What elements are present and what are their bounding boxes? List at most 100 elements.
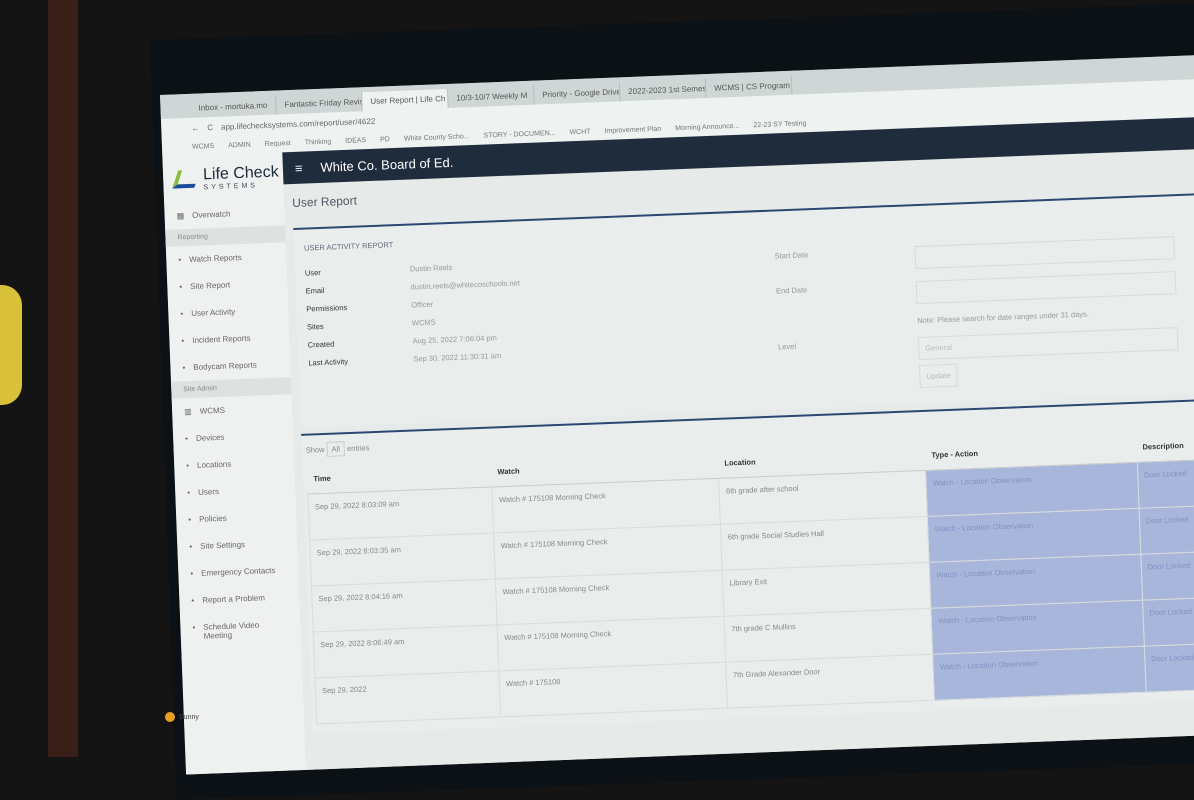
field-value: WCMS xyxy=(411,317,436,328)
bookmark[interactable]: WCHT xyxy=(569,128,590,136)
weather-widget[interactable]: Sunny xyxy=(165,712,199,722)
grid-icon: ▦ xyxy=(176,211,185,221)
field-label: Sites xyxy=(306,321,324,332)
sidebar-item-label: WCMS xyxy=(199,405,226,416)
browser-tab[interactable]: User Report | Life Ch xyxy=(362,88,449,112)
reload-icon[interactable]: C xyxy=(207,122,213,131)
sidebar-item-label: Emergency Contacts xyxy=(201,565,276,578)
bookmark[interactable]: White County Scho... xyxy=(404,133,470,143)
field-value: dustin.reels@whitecoschools.net xyxy=(410,278,520,292)
table-cell: Door Locked xyxy=(1142,596,1194,647)
entries-select[interactable]: All xyxy=(326,441,346,457)
menu-icon[interactable]: ≡ xyxy=(295,160,303,175)
back-icon[interactable]: ← xyxy=(191,123,199,132)
sidebar-item-label: Locations xyxy=(196,459,232,470)
level-select[interactable]: General xyxy=(917,327,1179,361)
chart-icon: • xyxy=(179,282,183,292)
sidebar-item-label: Users xyxy=(197,487,220,497)
browser-tab[interactable]: Inbox - mortuka.mo xyxy=(190,95,277,118)
field-label: Created xyxy=(307,339,335,350)
table-cell: Sep 29, 2022 8:03:09 am xyxy=(307,487,494,541)
activity-table-card: Show All entries Time Watch Location Type -… xyxy=(301,397,1194,735)
table-cell: Watch - Location Observation xyxy=(925,462,1139,517)
bookmark[interactable]: Improvement Plan xyxy=(604,125,661,134)
sidebar-item-label: Site Report xyxy=(190,280,231,291)
sidebar-item[interactable]: • Schedule Video Meeting xyxy=(180,610,301,651)
start-date-input[interactable] xyxy=(914,236,1176,270)
camera-icon: • xyxy=(182,363,186,373)
column-header[interactable]: Description xyxy=(1135,428,1194,463)
bookmark[interactable]: PD xyxy=(380,136,390,143)
sidebar-item-label: Devices xyxy=(195,432,225,443)
sidebar-item-label: Report a Problem xyxy=(202,593,266,605)
table-cell: Sep 29, 2022 8:06:49 am xyxy=(313,624,500,678)
table-cell: Door Locked xyxy=(1138,504,1194,555)
building-icon: ▥ xyxy=(184,407,192,417)
monitor-screen: Inbox - mortuka.mo Fantastic Friday Revis… xyxy=(160,53,1194,775)
filter-form: Start Date End Date Note: Please search … xyxy=(774,236,1179,389)
browser-tab[interactable]: 2022-2023 1st Semest xyxy=(619,79,707,102)
sidebar-item-label: Schedule Video Meeting xyxy=(203,620,260,641)
gear-icon: • xyxy=(189,542,193,552)
table-cell: Library Exit xyxy=(722,562,932,617)
logo: Life Check SYSTEMS xyxy=(162,152,284,203)
end-date-input[interactable] xyxy=(915,271,1177,305)
sidebar-item-label: Site Settings xyxy=(199,540,246,551)
report-card: USER ACTIVITY REPORT User Dustin Reels Ema… xyxy=(293,191,1194,428)
start-date-label: Start Date xyxy=(774,250,809,261)
bookmark[interactable]: ADMIN xyxy=(228,141,251,149)
bookmark[interactable]: WCMS xyxy=(192,142,214,150)
browser-tab[interactable]: Priority - Google Drive xyxy=(533,82,621,105)
document-icon: • xyxy=(181,336,185,346)
url[interactable]: app.lifechecksystems.com/report/user/462… xyxy=(221,116,376,131)
org-name: White Co. Board of Ed. xyxy=(320,154,454,175)
update-button[interactable]: Update xyxy=(918,363,958,389)
field-label: Last Activity xyxy=(308,356,349,368)
entries-label: entries xyxy=(346,443,370,454)
sidebar-item-label: Watch Reports xyxy=(188,252,242,264)
bookmark[interactable]: STORY - DOCUMEN... xyxy=(483,129,555,139)
table-cell: Door Locked xyxy=(1137,458,1194,509)
show-label: Show xyxy=(305,444,325,455)
bookmark[interactable]: 22-23 SY Testing xyxy=(753,120,806,129)
main-content: ≡ White Co. Board of Ed. User Report USER… xyxy=(282,115,1194,772)
table-cell: 7th grade C Mullins xyxy=(724,608,933,663)
phone-icon: • xyxy=(185,434,189,444)
date-note: Note: Please search for date ranges unde… xyxy=(917,309,1090,326)
table-cell: Watch - Location Observation xyxy=(929,554,1143,609)
table-cell: Watch # 175108 xyxy=(499,662,728,717)
table-cell: Watch - Location Observation xyxy=(931,600,1145,655)
browser-tab[interactable]: Fantastic Friday Revis xyxy=(276,92,363,115)
bookmark[interactable]: IDEAS xyxy=(345,137,366,145)
field-label: Email xyxy=(305,285,325,296)
sidebar-item-label: Policies xyxy=(198,513,227,524)
yellow-object xyxy=(0,285,22,405)
field-value: Officer xyxy=(411,299,434,310)
bookmark[interactable]: Thinking xyxy=(305,138,332,146)
brand-name: Life Check xyxy=(202,163,279,183)
end-date-label: End Date xyxy=(775,285,808,296)
folder-icon: • xyxy=(188,515,192,525)
pin-icon: • xyxy=(186,461,190,471)
table-cell: Watch - Location Observation xyxy=(932,646,1146,701)
list-icon: • xyxy=(178,255,182,265)
level-label: Level xyxy=(777,341,797,352)
shelf-frame xyxy=(48,0,78,757)
activity-table: Time Watch Location Type - Action Descriptio… xyxy=(306,428,1194,725)
field-label: Permissions xyxy=(306,302,348,314)
calendar-icon: • xyxy=(192,623,196,633)
bookmark[interactable]: Morning Announce... xyxy=(675,122,739,131)
browser-tab[interactable]: 10/3-10/7 Weekly M xyxy=(447,85,535,108)
table-cell: Sep 29, 2022 8:03:35 am xyxy=(309,533,496,587)
table-cell: Watch - Location Observation xyxy=(927,508,1141,563)
sidebar-item-label: User Activity xyxy=(191,307,236,318)
field-value: Dustin Reels xyxy=(409,262,453,274)
field-value: Aug 25, 2022 7:06:04 pm xyxy=(412,333,497,346)
bookmark[interactable]: Request xyxy=(265,140,291,148)
browser-tab[interactable]: WCMS | CS Program xyxy=(705,75,793,99)
sidebar: Life Check SYSTEMS ▦ Overwatch Reporting •… xyxy=(162,152,307,775)
table-cell: Door Locked xyxy=(1140,550,1194,601)
sidebar-item-label: Overwatch xyxy=(192,209,231,220)
table-cell: Door Locked xyxy=(1144,642,1194,693)
weather-text: Sunny xyxy=(179,713,199,721)
